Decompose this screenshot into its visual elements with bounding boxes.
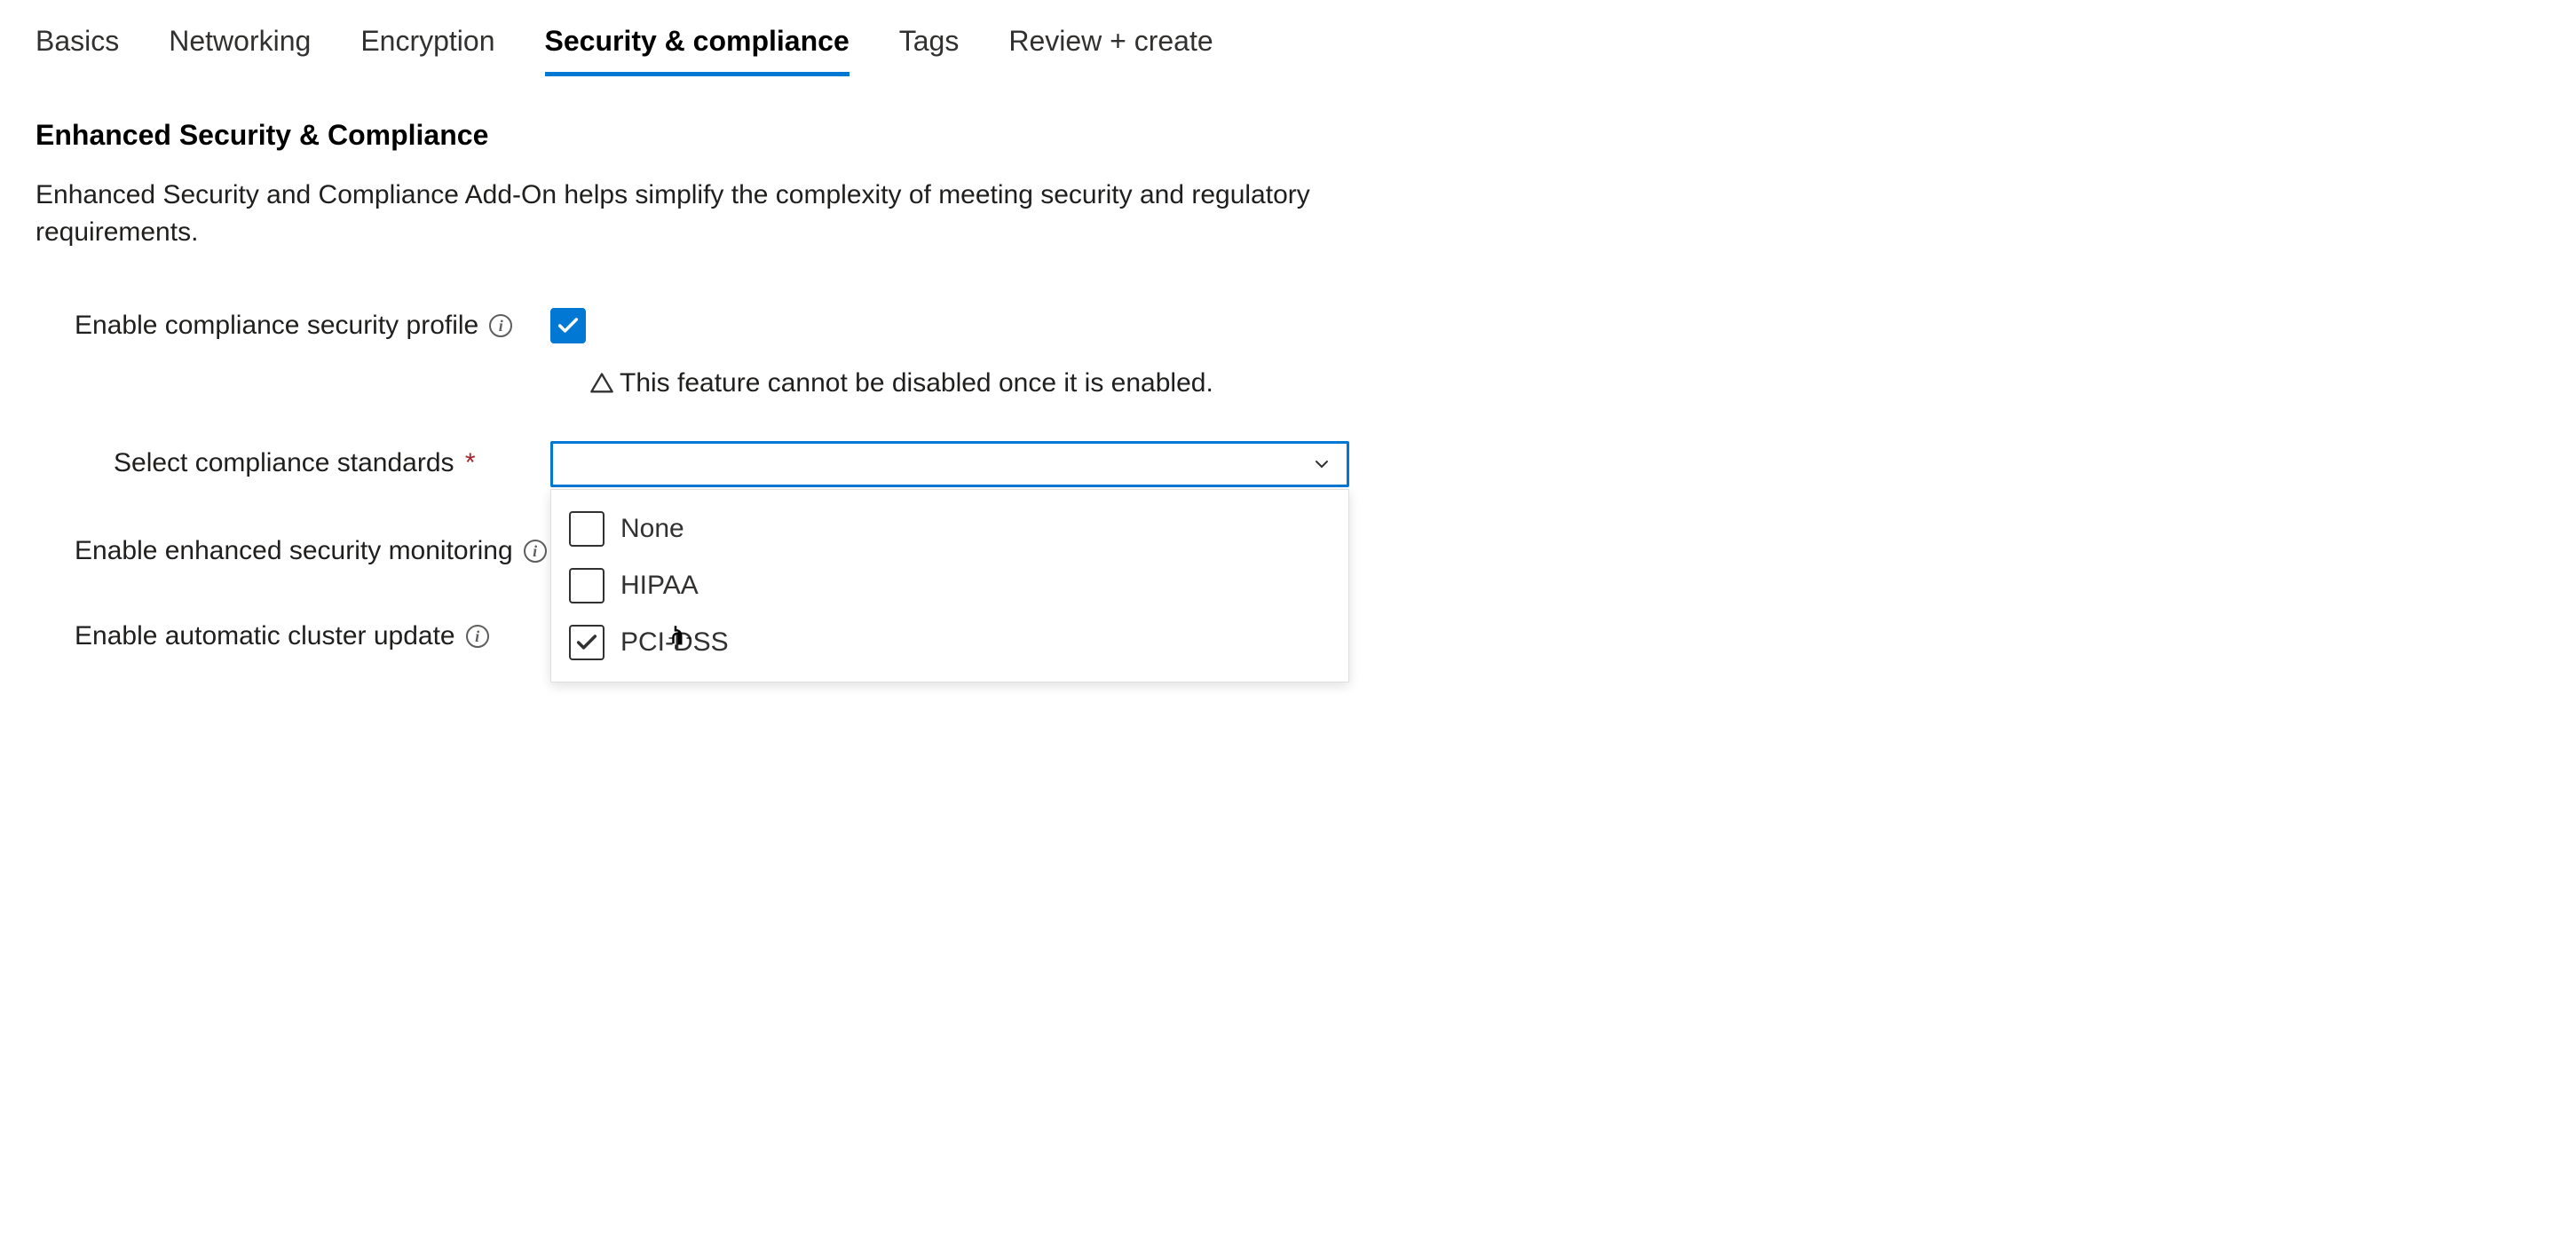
row-enable-compliance-profile: Enable compliance security profile i bbox=[36, 301, 2540, 351]
warning-profile-permanent: This feature cannot be disabled once it … bbox=[589, 368, 2540, 398]
tab-tags[interactable]: Tags bbox=[899, 18, 960, 76]
option-checkbox-hipaa[interactable] bbox=[569, 568, 604, 603]
dropdown-compliance-standards[interactable] bbox=[550, 441, 1349, 487]
option-hipaa[interactable]: HIPAA bbox=[551, 557, 1348, 614]
label-automatic-cluster-update: Enable automatic cluster update bbox=[75, 621, 455, 651]
chevron-down-icon bbox=[1311, 453, 1332, 475]
warning-icon bbox=[589, 371, 614, 396]
required-indicator: * bbox=[465, 448, 476, 477]
section-description: Enhanced Security and Compliance Add-On … bbox=[36, 177, 1314, 251]
wizard-tabs: Basics Networking Encryption Security & … bbox=[36, 18, 2540, 76]
row-compliance-standards: Select compliance standards * None bbox=[36, 441, 2540, 491]
option-label-hipaa: HIPAA bbox=[620, 571, 699, 601]
tab-basics[interactable]: Basics bbox=[36, 18, 119, 76]
option-label-none: None bbox=[620, 514, 684, 544]
section-title: Enhanced Security & Compliance bbox=[36, 119, 2540, 152]
label-compliance-standards: Select compliance standards bbox=[114, 448, 454, 477]
info-icon[interactable]: i bbox=[489, 314, 512, 337]
label-enhanced-security-monitoring: Enable enhanced security monitoring bbox=[75, 536, 513, 566]
tab-review-create[interactable]: Review + create bbox=[1008, 18, 1213, 76]
option-checkbox-pci-dss[interactable] bbox=[569, 625, 604, 660]
dropdown-panel-compliance-standards: None HIPAA PCI-DSS bbox=[550, 489, 1349, 682]
tab-encryption[interactable]: Encryption bbox=[360, 18, 494, 76]
option-pci-dss[interactable]: PCI-DSS bbox=[551, 614, 1348, 671]
info-icon[interactable]: i bbox=[466, 625, 489, 648]
tab-security-compliance[interactable]: Security & compliance bbox=[545, 18, 849, 76]
option-none[interactable]: None bbox=[551, 501, 1348, 557]
checkbox-enable-compliance-profile[interactable] bbox=[550, 308, 586, 343]
option-label-pci-dss: PCI-DSS bbox=[620, 627, 729, 658]
label-enable-compliance-profile: Enable compliance security profile bbox=[75, 311, 478, 341]
tab-networking[interactable]: Networking bbox=[169, 18, 311, 76]
info-icon[interactable]: i bbox=[524, 540, 547, 563]
warning-text: This feature cannot be disabled once it … bbox=[620, 368, 1213, 398]
option-checkbox-none[interactable] bbox=[569, 511, 604, 547]
